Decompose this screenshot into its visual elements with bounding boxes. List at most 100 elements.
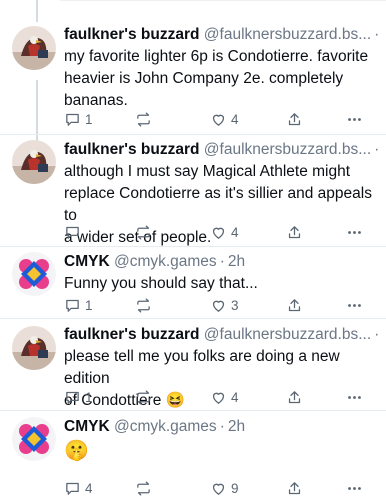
like-count: 4 <box>231 111 239 127</box>
like-button[interactable]: 4 <box>210 386 239 408</box>
avatar[interactable] <box>12 417 56 461</box>
reply-button[interactable]: 1 <box>64 386 93 408</box>
like-count: 4 <box>231 224 239 240</box>
post-text-line: Funny you should say that... <box>64 275 258 292</box>
buzzard-avatar-icon <box>12 140 56 184</box>
reply-icon <box>66 299 79 312</box>
more-options-button[interactable] <box>346 477 363 499</box>
reply-count: 1 <box>85 389 93 405</box>
reply-icon <box>66 391 79 404</box>
reply-count: 1 <box>85 297 93 313</box>
avatar[interactable] <box>12 326 56 370</box>
like-count: 9 <box>231 480 239 496</box>
separator-dot: · <box>219 418 225 435</box>
author-handle[interactable]: @faulknersbuzzard.bs... <box>204 141 371 158</box>
heart-icon <box>212 114 225 126</box>
share-button[interactable] <box>286 386 303 408</box>
heart-icon <box>212 483 225 495</box>
post-text: 🤫 <box>64 438 378 464</box>
post-text-line: heavier is John Company 2e. completely <box>64 70 344 87</box>
share-button[interactable] <box>286 477 303 499</box>
cmyk-logo-icon <box>12 252 56 296</box>
avatar[interactable] <box>12 140 56 184</box>
post-actions: 1 4 <box>0 108 386 130</box>
ellipsis-icon <box>348 486 361 490</box>
post[interactable]: faulkner's buzzard @faulknersbuzzard.bs.… <box>0 134 386 247</box>
like-button[interactable]: 3 <box>210 294 239 316</box>
author-name[interactable]: CMYK <box>64 418 110 435</box>
reply-icon <box>66 226 79 239</box>
reply-count: 4 <box>85 480 93 496</box>
more-options-button[interactable] <box>346 294 363 316</box>
share-icon <box>288 225 301 238</box>
ellipsis-icon <box>348 303 361 307</box>
repost-button[interactable] <box>135 294 152 316</box>
post-time[interactable]: 2h <box>228 253 245 270</box>
reply-icon <box>66 113 79 126</box>
share-button[interactable] <box>286 108 303 130</box>
share-button[interactable] <box>286 221 303 243</box>
author-handle[interactable]: @faulknersbuzzard.bs... <box>204 326 371 343</box>
author-name[interactable]: faulkner's buzzard <box>64 141 199 158</box>
post[interactable]: CMYK @cmyk.games · 2h Funny you should say… <box>0 246 386 319</box>
post[interactable]: faulkner's buzzard @faulknersbuzzard.bs.… <box>0 318 386 411</box>
more-options-button[interactable] <box>346 108 363 130</box>
heart-icon <box>212 227 225 239</box>
heart-icon <box>212 392 225 404</box>
heart-icon <box>212 300 225 312</box>
like-button[interactable]: 4 <box>210 108 239 130</box>
repost-icon <box>137 111 150 127</box>
like-button[interactable]: 4 <box>210 221 239 243</box>
post-time[interactable]: 2h <box>228 418 245 435</box>
author-name[interactable]: CMYK <box>64 253 110 270</box>
thread-connector <box>36 0 38 22</box>
share-icon <box>288 112 301 125</box>
repost-button[interactable] <box>135 386 152 408</box>
like-button[interactable]: 9 <box>210 477 239 499</box>
reply-button[interactable]: 4 <box>64 477 93 499</box>
share-icon <box>288 481 301 494</box>
repost-icon <box>137 297 150 313</box>
share-button[interactable] <box>286 294 303 316</box>
author-handle[interactable]: @faulknersbuzzard.bs... <box>204 26 371 43</box>
repost-button[interactable] <box>135 221 152 243</box>
post[interactable]: CMYK @cmyk.games · 2h 🤫 4 9 <box>0 410 386 501</box>
author-handle[interactable]: @cmyk.games <box>114 418 217 435</box>
avatar[interactable] <box>12 26 56 70</box>
like-count: 4 <box>231 389 239 405</box>
repost-icon <box>137 389 150 405</box>
repost-icon <box>137 224 150 240</box>
post-text-line: my favorite lighter 6p is Condotierre. f… <box>64 48 369 65</box>
separator-dot: · <box>371 26 378 43</box>
author-name[interactable]: faulkner's buzzard <box>64 26 199 43</box>
cmyk-logo-icon <box>12 417 56 461</box>
post-text: Funny you should say that... <box>64 273 378 295</box>
more-options-button[interactable] <box>346 221 363 243</box>
post-actions: 4 9 <box>0 477 386 499</box>
buzzard-avatar-icon <box>12 326 56 370</box>
separator-dot: · <box>371 141 378 158</box>
reply-icon <box>66 482 79 495</box>
avatar[interactable] <box>12 252 56 296</box>
reply-button[interactable] <box>64 221 85 243</box>
share-icon <box>288 390 301 403</box>
post[interactable]: faulkner's buzzard @faulknersbuzzard.bs.… <box>0 22 386 134</box>
share-icon <box>288 298 301 311</box>
separator-dot: · <box>219 253 225 270</box>
reply-button[interactable]: 1 <box>64 294 93 316</box>
reply-button[interactable]: 1 <box>64 108 93 130</box>
reply-count: 1 <box>85 111 93 127</box>
repost-icon <box>137 480 150 496</box>
post-text-line: although I must say Magical Athlete migh… <box>64 163 351 180</box>
post-actions: 1 3 <box>0 294 386 316</box>
more-options-button[interactable] <box>346 386 363 408</box>
top-divider <box>60 0 386 1</box>
post-text-line: 🤫 <box>64 440 89 462</box>
author-handle[interactable]: @cmyk.games <box>114 253 217 270</box>
post-actions: 1 4 <box>0 386 386 408</box>
ellipsis-icon <box>348 117 361 121</box>
repost-button[interactable] <box>135 477 152 499</box>
repost-button[interactable] <box>135 108 152 130</box>
ellipsis-icon <box>348 395 361 399</box>
author-name[interactable]: faulkner's buzzard <box>64 326 199 343</box>
